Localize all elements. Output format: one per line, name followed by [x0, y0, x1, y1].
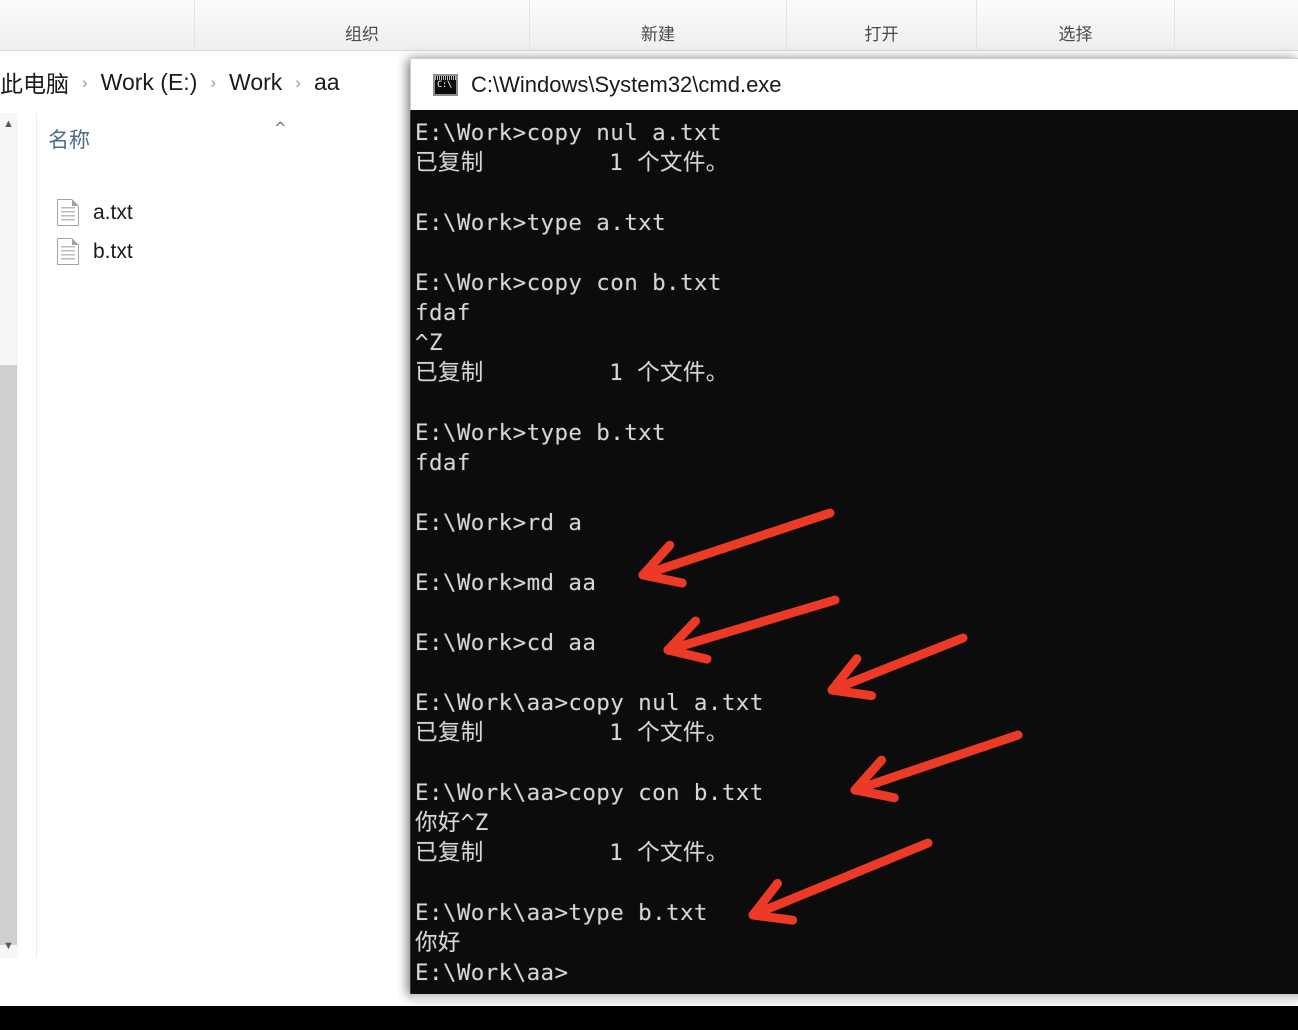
- ribbon-bar: 组织 新建 打开 选择: [0, 0, 1298, 51]
- ribbon-group-organize[interactable]: 组织: [195, 0, 530, 50]
- list-item-label: b.txt: [93, 239, 133, 263]
- cmd-line: 已复制 1 个文件。: [415, 150, 729, 176]
- cmd-title-bar[interactable]: C:\ C:\Windows\System32\cmd.exe: [410, 58, 1298, 110]
- cmd-line: [415, 868, 1298, 898]
- ribbon-groups: 组织 新建 打开 选择: [0, 0, 1298, 50]
- cmd-line: E:\Work>copy con b.txt: [415, 270, 722, 296]
- cmd-line: [415, 538, 1298, 568]
- text-file-icon: [57, 199, 79, 226]
- cmd-console-icon: C:\: [433, 73, 458, 96]
- cmd-line: E:\Work>rd a: [415, 510, 583, 536]
- cmd-line: 已复制 1 个文件。: [415, 720, 729, 746]
- cmd-line: [415, 178, 1298, 208]
- cmd-line: E:\Work\aa>copy con b.txt: [415, 780, 764, 806]
- scroll-down-arrow-icon[interactable]: ▼: [3, 941, 14, 952]
- scroll-up-arrow-icon[interactable]: ▲: [3, 119, 14, 130]
- ribbon-group-label-organize: 组织: [345, 25, 379, 44]
- ribbon-group-0[interactable]: [0, 0, 195, 50]
- cmd-line: [415, 598, 1298, 628]
- ribbon-group-select[interactable]: 选择: [977, 0, 1175, 50]
- breadcrumb-item-work-e[interactable]: Work (E:): [97, 69, 202, 96]
- taskbar[interactable]: [0, 1006, 1298, 1030]
- cmd-line: [415, 478, 1298, 508]
- command-prompt-window[interactable]: C:\ C:\Windows\System32\cmd.exe E:\Work>…: [410, 58, 1298, 994]
- cmd-line: [415, 238, 1298, 268]
- cmd-line: E:\Work>type b.txt: [415, 420, 667, 446]
- breadcrumb-item-work[interactable]: Work: [225, 69, 286, 96]
- ribbon-group-label-open: 打开: [864, 25, 899, 44]
- cmd-window-bottom-edge: [410, 994, 1298, 1001]
- cmd-line: fdaf: [415, 450, 471, 476]
- cmd-line: [415, 658, 1298, 688]
- column-header-name[interactable]: 名称: [48, 124, 90, 154]
- list-item-label: a.txt: [93, 200, 133, 224]
- breadcrumb-separator-icon: ›: [82, 73, 88, 92]
- list-item[interactable]: b.txt: [37, 232, 397, 271]
- cmd-console-output[interactable]: E:\Work>copy nul a.txt 已复制 1 个文件。 E:\Wor…: [410, 110, 1298, 994]
- navigation-pane-scrollbar[interactable]: ▲ ▼: [0, 113, 19, 958]
- cmd-line: fdaf: [415, 300, 471, 326]
- ribbon-group-open[interactable]: 打开: [787, 0, 977, 50]
- cmd-icon-glyph: C:\: [437, 79, 452, 90]
- cmd-title-text: C:\Windows\System32\cmd.exe: [471, 71, 782, 97]
- text-file-icon: [57, 238, 79, 265]
- breadcrumb: 此电脑 › Work (E:) › Work › aa: [0, 51, 344, 113]
- cmd-line: 你好: [415, 930, 461, 956]
- cmd-line: [415, 748, 1298, 778]
- breadcrumb-separator-icon: ›: [295, 73, 301, 92]
- ribbon-group-new[interactable]: 新建: [530, 0, 787, 50]
- cmd-prompt-line: E:\Work\aa>: [415, 960, 569, 986]
- ribbon-group-5[interactable]: [1175, 0, 1298, 50]
- cmd-line: E:\Work>type a.txt: [415, 210, 667, 236]
- ribbon-group-label-select: 选择: [1058, 25, 1093, 44]
- navigation-pane: [18, 113, 37, 958]
- scrollbar-thumb[interactable]: [0, 365, 17, 945]
- breadcrumb-item-aa[interactable]: aa: [310, 69, 344, 96]
- cmd-line: ^Z: [415, 330, 443, 356]
- cmd-text-buffer: E:\Work>copy nul a.txt 已复制 1 个文件。 E:\Wor…: [415, 118, 1298, 988]
- cmd-line: 你好^Z: [415, 810, 489, 836]
- ribbon-group-label-new: 新建: [641, 25, 675, 44]
- cmd-line: E:\Work\aa>type b.txt: [415, 900, 708, 926]
- cmd-line: [415, 388, 1298, 418]
- cmd-line: E:\Work>cd aa: [415, 630, 597, 656]
- breadcrumb-separator-icon: ›: [210, 73, 217, 92]
- cmd-line: E:\Work>copy nul a.txt: [415, 120, 722, 146]
- list-item[interactable]: a.txt: [37, 193, 397, 232]
- cmd-line: 已复制 1 个文件。: [415, 840, 729, 866]
- chevron-up-icon[interactable]: ^: [274, 119, 287, 137]
- breadcrumb-item-this-pc[interactable]: 此电脑: [0, 65, 73, 99]
- cmd-line: E:\Work>md aa: [415, 570, 597, 596]
- cmd-line: E:\Work\aa>copy nul a.txt: [415, 690, 764, 716]
- cmd-line: 已复制 1 个文件。: [415, 360, 729, 386]
